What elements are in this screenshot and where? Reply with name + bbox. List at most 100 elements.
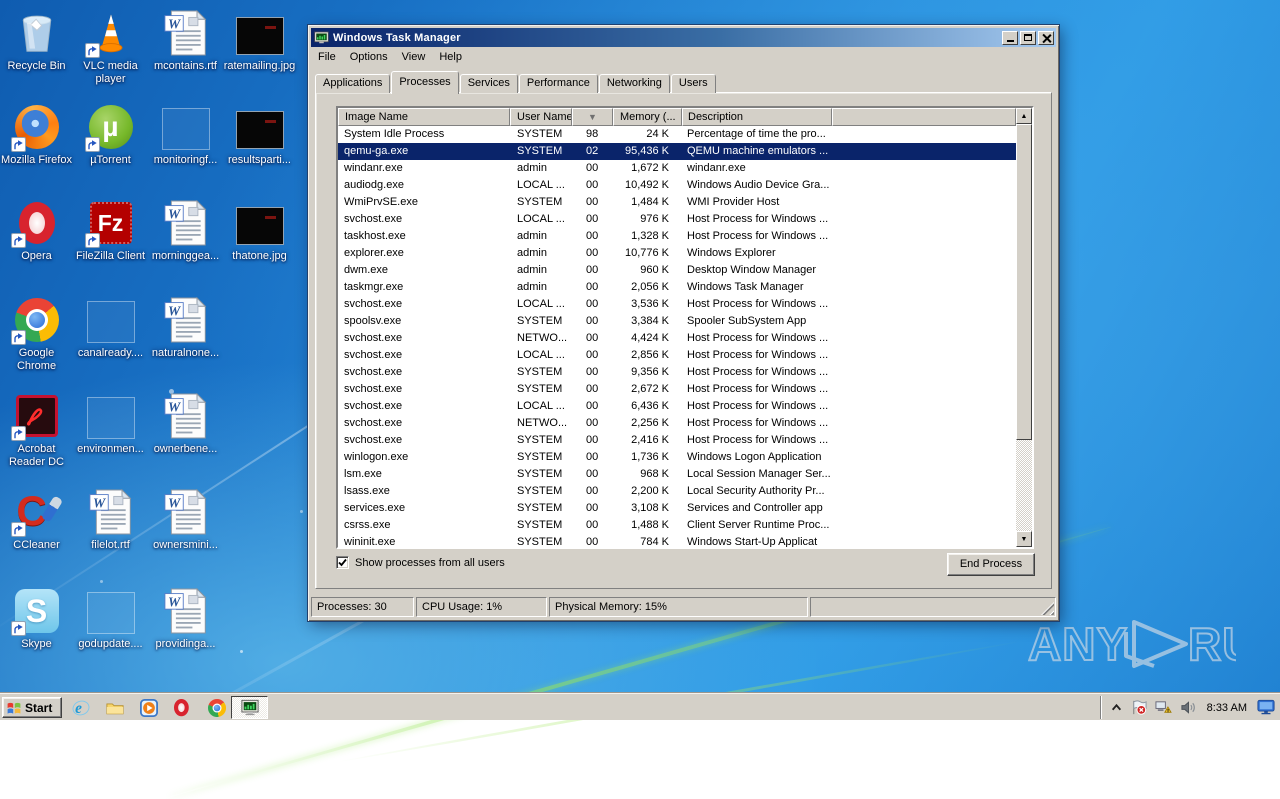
desktop-icon-filezilla-client[interactable]: FzFileZilla Client (74, 198, 147, 263)
desktop-icon-mcontains-rtf[interactable]: Wmcontains.rtf (149, 8, 222, 73)
process-row-svchost-exe[interactable]: svchost.exeNETWO...002,256 KHost Process… (338, 415, 1016, 432)
menu-options[interactable]: Options (343, 49, 395, 65)
maximize-button[interactable] (1020, 31, 1036, 45)
process-row-winlogon-exe[interactable]: winlogon.exeSYSTEM001,736 KWindows Logon… (338, 449, 1016, 466)
desktop-icon-opera[interactable]: Opera (0, 198, 73, 263)
process-row-explorer-exe[interactable]: explorer.exeadmin0010,776 KWindows Explo… (338, 245, 1016, 262)
process-row-lsm-exe[interactable]: lsm.exeSYSTEM00968 KLocal Session Manage… (338, 466, 1016, 483)
column-header-memory[interactable]: Memory (... (613, 108, 682, 126)
desktop-icon-resultsparti[interactable]: resultsparti... (223, 102, 296, 167)
desktop-icon-providinga[interactable]: Wprovidinga... (149, 586, 222, 651)
column-header-user-name[interactable]: User Name (510, 108, 572, 126)
desktop-icon-thatone-jpg[interactable]: thatone.jpg (223, 198, 296, 263)
process-row-services-exe[interactable]: services.exeSYSTEM003,108 KServices and … (338, 500, 1016, 517)
svg-text:ANY: ANY (1028, 618, 1128, 670)
process-row-wmiprvse-exe[interactable]: WmiPrvSE.exeSYSTEM001,484 KWMI Provider … (338, 194, 1016, 211)
menu-help[interactable]: Help (432, 49, 469, 65)
process-cell: Windows Logon Application (682, 449, 832, 466)
column-header-description[interactable]: Description (682, 108, 832, 126)
process-cell: 00 (572, 483, 613, 500)
action-center-flag-icon[interactable] (1130, 699, 1147, 716)
process-row-wininit-exe[interactable]: wininit.exeSYSTEM00784 KWindows Start-Up… (338, 534, 1016, 547)
quick-launch-windows-explorer[interactable] (106, 699, 124, 717)
volume-icon[interactable] (1180, 699, 1197, 716)
process-row-taskmgr-exe[interactable]: taskmgr.exeadmin002,056 KWindows Task Ma… (338, 279, 1016, 296)
desktop-icon-ratemailing-jpg[interactable]: ratemailing.jpg (223, 8, 296, 73)
tab-applications[interactable]: Applications (315, 74, 390, 93)
process-row-svchost-exe[interactable]: svchost.exeLOCAL ...002,856 KHost Proces… (338, 347, 1016, 364)
scroll-up-button[interactable]: ▲ (1016, 108, 1032, 124)
quick-launch-chrome[interactable] (208, 699, 226, 717)
process-row-csrss-exe[interactable]: csrss.exeSYSTEM001,488 KClient Server Ru… (338, 517, 1016, 534)
shortcut-overlay-icon (11, 522, 26, 537)
process-row-spoolsv-exe[interactable]: spoolsv.exeSYSTEM003,384 KSpooler SubSys… (338, 313, 1016, 330)
tab-networking[interactable]: Networking (599, 74, 670, 93)
clock[interactable]: 8:33 AM (1205, 702, 1249, 714)
desktop-icon-naturalnone[interactable]: Wnaturalnone... (149, 295, 222, 360)
column-header-image-name[interactable]: Image Name (338, 108, 510, 126)
quick-launch-opera[interactable] (174, 699, 192, 717)
desktop-icon-godupdate[interactable]: godupdate.... (74, 586, 147, 651)
display-monitor-icon[interactable] (1257, 699, 1275, 716)
desktop-icon-filelot-rtf[interactable]: Wfilelot.rtf (74, 487, 147, 552)
tab-services[interactable]: Services (460, 74, 518, 93)
process-row-svchost-exe[interactable]: svchost.exeLOCAL ...006,436 KHost Proces… (338, 398, 1016, 415)
process-row-svchost-exe[interactable]: svchost.exeSYSTEM002,672 KHost Process f… (338, 381, 1016, 398)
desktop-icon-acrobat-reader-dc[interactable]: Acrobat Reader DC (0, 391, 73, 469)
close-button[interactable] (1038, 31, 1054, 45)
process-cell: Host Process for Windows ... (682, 364, 832, 381)
scroll-down-button[interactable]: ▼ (1016, 531, 1032, 547)
svg-text:W: W (167, 16, 181, 31)
desktop-icon-morninggea[interactable]: Wmorninggea... (149, 198, 222, 263)
column-header-cpu-sort[interactable]: ▼ (572, 108, 613, 126)
process-row-windanr-exe[interactable]: windanr.exeadmin001,672 Kwindanr.exe (338, 160, 1016, 177)
desktop-icon-ccleaner[interactable]: CCCleaner (0, 487, 73, 552)
tab-users[interactable]: Users (671, 74, 716, 93)
process-row-svchost-exe[interactable]: svchost.exeSYSTEM009,356 KHost Process f… (338, 364, 1016, 381)
process-row-taskhost-exe[interactable]: taskhost.exeadmin001,328 KHost Process f… (338, 228, 1016, 245)
process-cell: svchost.exe (338, 415, 510, 432)
desktop-icon-skype[interactable]: SSkype (0, 586, 73, 651)
show-all-users-checkbox[interactable] (336, 556, 349, 569)
start-button[interactable]: Start (2, 697, 62, 718)
desktop-icon-canalready[interactable]: canalready.... (74, 295, 147, 360)
desktop-icon-recycle-bin[interactable]: Recycle Bin (0, 8, 73, 73)
process-row-svchost-exe[interactable]: svchost.exeLOCAL ...003,536 KHost Proces… (338, 296, 1016, 313)
quick-launch-internet-explorer[interactable]: e (72, 699, 90, 717)
process-row-dwm-exe[interactable]: dwm.exeadmin00960 KDesktop Window Manage… (338, 262, 1016, 279)
desktop-icon-google-chrome[interactable]: Google Chrome (0, 295, 73, 373)
desktop-icon-environmen[interactable]: environmen... (74, 391, 147, 456)
process-row-svchost-exe[interactable]: svchost.exeNETWO...004,424 KHost Process… (338, 330, 1016, 347)
status-physical-memory: Physical Memory: 15% (549, 597, 808, 617)
desktop-icon-mozilla-firefox[interactable]: Mozilla Firefox (0, 102, 73, 167)
desktop-icon-label: Recycle Bin (0, 60, 73, 73)
desktop-icon-µtorrent[interactable]: µµTorrent (74, 102, 147, 167)
show-hidden-icons-chevron[interactable] (1111, 702, 1122, 713)
process-cell: NETWO... (510, 330, 572, 347)
process-row-svchost-exe[interactable]: svchost.exeLOCAL ...00976 KHost Process … (338, 211, 1016, 228)
quick-launch-media-player[interactable] (140, 699, 158, 717)
network-warning-icon[interactable] (1155, 699, 1172, 716)
desktop-icon-ownersmini[interactable]: Wownersmini... (149, 487, 222, 552)
desktop-icon-monitoringf[interactable]: monitoringf... (149, 102, 222, 167)
process-row-system-idle-process[interactable]: System Idle ProcessSYSTEM9824 KPercentag… (338, 126, 1016, 143)
desktop-icon-vlc-media-player[interactable]: VLC media player (74, 8, 147, 86)
minimize-button[interactable] (1002, 31, 1018, 45)
menu-view[interactable]: View (395, 49, 433, 65)
tab-processes[interactable]: Processes (391, 71, 458, 94)
process-cell: SYSTEM (510, 466, 572, 483)
taskbar-button-task-manager[interactable] (231, 696, 268, 719)
process-row-audiodg-exe[interactable]: audiodg.exeLOCAL ...0010,492 KWindows Au… (338, 177, 1016, 194)
end-process-button[interactable]: End Process (947, 553, 1035, 576)
tab-performance[interactable]: Performance (519, 74, 598, 93)
process-row-svchost-exe[interactable]: svchost.exeSYSTEM002,416 KHost Process f… (338, 432, 1016, 449)
menu-file[interactable]: File (311, 49, 343, 65)
vertical-scrollbar[interactable]: ▲ ▼ (1016, 108, 1032, 547)
resize-grip[interactable] (1041, 602, 1054, 615)
process-cell: SYSTEM (510, 194, 572, 211)
desktop-icon-ownerbene[interactable]: Wownerbene... (149, 391, 222, 456)
scrollbar-thumb[interactable] (1016, 124, 1032, 440)
titlebar[interactable]: Windows Task Manager (311, 28, 1056, 47)
process-row-lsass-exe[interactable]: lsass.exeSYSTEM002,200 KLocal Security A… (338, 483, 1016, 500)
process-row-qemu-ga-exe[interactable]: qemu-ga.exeSYSTEM0295,436 KQEMU machine … (338, 143, 1016, 160)
